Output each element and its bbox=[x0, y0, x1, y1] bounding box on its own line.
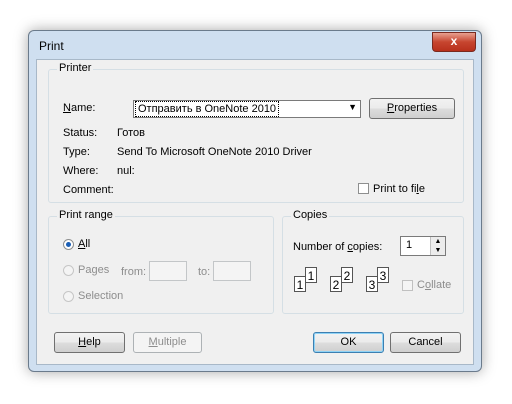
where-label: Where: bbox=[63, 165, 99, 177]
range-pages-radio[interactable] bbox=[63, 265, 74, 276]
status-value: Готов bbox=[117, 127, 145, 139]
range-all-label: All bbox=[78, 238, 91, 250]
comment-label: Comment: bbox=[63, 184, 114, 196]
type-label: Type: bbox=[63, 146, 90, 158]
print-range-group: Print range All Pages from: to: Selectio… bbox=[48, 209, 274, 314]
close-button[interactable]: x bbox=[432, 32, 476, 52]
copies-group: Copies bbox=[282, 209, 464, 314]
cancel-button[interactable]: Cancel bbox=[390, 332, 461, 353]
print-range-legend: Print range bbox=[57, 209, 115, 221]
printer-group: Printer Name: Отправить в OneNote 2010 ▼… bbox=[48, 62, 464, 203]
dialog-client-area: Printer Name: Отправить в OneNote 2010 ▼… bbox=[36, 59, 474, 365]
collate-page-back: 2 bbox=[341, 267, 353, 283]
status-label: Status: bbox=[63, 127, 98, 139]
number-of-copies-label: Number of copies: bbox=[293, 241, 383, 253]
range-from-input[interactable] bbox=[149, 261, 187, 281]
range-to-input[interactable] bbox=[213, 261, 251, 281]
type-value: Send To Microsoft OneNote 2010 Driver bbox=[117, 146, 312, 158]
range-to-label: to: bbox=[198, 266, 211, 278]
collate-page-front: 1 bbox=[294, 276, 306, 292]
spin-down-icon[interactable]: ▼ bbox=[430, 246, 445, 255]
where-value: nul: bbox=[117, 165, 135, 177]
collate-page-front: 3 bbox=[366, 276, 378, 292]
range-all-radio[interactable] bbox=[63, 239, 74, 250]
range-selection-radio[interactable] bbox=[63, 291, 74, 302]
multiple-button[interactable]: Multiple bbox=[133, 332, 202, 353]
printer-name-label: Name: bbox=[63, 102, 96, 114]
collate-page-front: 2 bbox=[330, 276, 342, 292]
range-selection-label: Selection bbox=[78, 290, 124, 302]
help-button[interactable]: Help bbox=[54, 332, 125, 353]
copies-legend: Copies bbox=[291, 209, 330, 221]
copies-spinner[interactable]: 1 ▲ ▼ bbox=[400, 236, 446, 256]
printer-name-select[interactable]: Отправить в OneNote 2010 ▼ bbox=[133, 100, 361, 118]
print-dialog-window: Print x Printer Name: Отправить в OneNot… bbox=[28, 30, 482, 372]
collate-page-back: 1 bbox=[305, 267, 317, 283]
collate-label: Collate bbox=[417, 279, 452, 291]
print-to-file-checkbox[interactable] bbox=[358, 183, 369, 194]
copies-value: 1 bbox=[406, 239, 413, 251]
properties-button[interactable]: Properties bbox=[369, 98, 455, 119]
printer-group-legend: Printer bbox=[57, 62, 94, 74]
window-title: Print bbox=[39, 39, 64, 53]
range-pages-label: Pages bbox=[78, 264, 110, 276]
printer-name-value: Отправить в OneNote 2010 bbox=[134, 101, 280, 117]
range-from-label: from: bbox=[121, 266, 147, 278]
print-to-file-label: Print to file bbox=[373, 183, 425, 195]
collate-checkbox[interactable] bbox=[402, 280, 413, 291]
chevron-down-icon: ▼ bbox=[348, 102, 357, 112]
ok-button[interactable]: OK bbox=[313, 332, 384, 353]
collate-page-back: 3 bbox=[377, 267, 389, 283]
